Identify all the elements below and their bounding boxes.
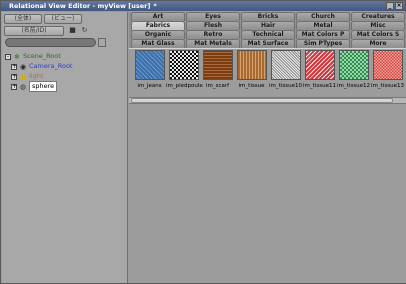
material-label: im_tissue: [238, 83, 265, 89]
tab-creatures[interactable]: Creatures: [351, 12, 405, 21]
lock-icon[interactable]: ■: [68, 26, 77, 35]
search-input[interactable]: [5, 38, 96, 47]
sphere-icon: ◍: [19, 82, 27, 91]
material-label: im_jeans: [137, 83, 162, 89]
tree-node-label: light: [29, 72, 44, 80]
tab-row-4: Mat Glass Mat Metals Mat Surface Sim PTy…: [131, 39, 406, 48]
window-titlebar[interactable]: Relational View Editor - myView [user] * …: [1, 1, 405, 11]
toolbar-button-1[interactable]: (全体): [4, 14, 42, 24]
tab-mat-colors-p[interactable]: Mat Colors P: [296, 30, 350, 39]
window-controls: _ ×: [386, 2, 403, 10]
tab-fabrics[interactable]: Fabrics: [131, 21, 185, 30]
expand-icon[interactable]: +: [11, 83, 17, 90]
tab-flesh[interactable]: Flesh: [186, 21, 240, 30]
material-thumb-tissue11[interactable]: im_tissue11: [302, 49, 337, 89]
tab-technical[interactable]: Technical: [241, 30, 295, 39]
material-thumb-piedpoule[interactable]: im_piedpoule: [166, 49, 203, 89]
material-category-tabs: Art Eyes Bricks Church Creatures Fabrics…: [129, 12, 406, 48]
tab-mat-surface[interactable]: Mat Surface: [241, 39, 295, 48]
material-label: im_scarf: [205, 83, 230, 89]
material-thumb-tissue12[interactable]: im_tissue12: [336, 49, 371, 89]
tab-row-3: Organic Retro Technical Mat Colors P Mat…: [131, 30, 406, 39]
camera-icon: ◉: [19, 62, 27, 71]
material-preview-area: [129, 104, 406, 283]
material-label: im_tissue11: [303, 83, 336, 89]
material-thumb-jeans[interactable]: im_jeans: [132, 49, 167, 89]
search-clear-button[interactable]: [98, 38, 106, 47]
tab-sim-ptypes[interactable]: Sim PTypes: [296, 39, 350, 48]
tree-node-label-selected: sphere: [29, 81, 58, 92]
material-swatch: [202, 50, 233, 80]
tree-node-label: Camera_Root: [29, 62, 73, 70]
tab-misc[interactable]: Misc: [351, 21, 405, 30]
tab-retro[interactable]: Retro: [186, 30, 240, 39]
material-thumb-scarf[interactable]: im_scarf: [200, 49, 235, 89]
material-swatch: [236, 50, 267, 80]
tab-organic[interactable]: Organic: [131, 30, 185, 39]
tree-node-sphere[interactable]: + ◍ sphere: [11, 81, 58, 92]
material-thumb-tissue13[interactable]: im_tissue13: [370, 49, 405, 89]
scene-root-icon: ❄: [14, 52, 20, 61]
tree-node-light[interactable]: + ● light: [11, 72, 43, 81]
relational-view-editor-window: Relational View Editor - myView [user] * …: [0, 0, 406, 284]
tree-node-camera-root[interactable]: + ◉ Camera_Root: [11, 62, 73, 71]
tree-node-label: Scene_Root: [23, 52, 61, 60]
refresh-icon[interactable]: ↻: [80, 26, 89, 35]
close-icon[interactable]: ×: [395, 2, 403, 10]
tree-node-scene-root[interactable]: - ❄ Scene_Root: [5, 52, 61, 61]
tab-eyes[interactable]: Eyes: [186, 12, 240, 21]
material-swatch: [270, 50, 301, 80]
tab-row-2: Fabrics Flesh Hair Metal Misc: [131, 21, 406, 30]
material-thumbnail-strip: im_jeans im_piedpoule im_scarf im_tissue…: [129, 49, 406, 97]
expand-icon[interactable]: +: [11, 73, 17, 80]
tab-mat-metals[interactable]: Mat Metals: [186, 39, 240, 48]
scene-explorer-panel: (全体) (ビュー) (名前/ID) ■ ↻ - ❄ Scene_Root + …: [2, 12, 128, 283]
toolbar-button-2[interactable]: (ビュー): [44, 14, 82, 24]
collapse-icon[interactable]: -: [5, 53, 11, 60]
toolbar-button-3[interactable]: (名前/ID): [4, 26, 64, 36]
material-swatch: [304, 50, 335, 80]
tab-bricks[interactable]: Bricks: [241, 12, 295, 21]
material-label: im_piedpoule: [166, 83, 203, 89]
material-label: im_tissue10: [269, 83, 302, 89]
tab-hair[interactable]: Hair: [241, 21, 295, 30]
expand-icon[interactable]: +: [11, 63, 17, 70]
tab-metal[interactable]: Metal: [296, 21, 350, 30]
material-thumb-tissue10[interactable]: im_tissue10: [268, 49, 303, 89]
tab-art[interactable]: Art: [131, 12, 185, 21]
tab-mat-glass[interactable]: Mat Glass: [131, 39, 185, 48]
material-swatch: [168, 50, 199, 80]
tab-mat-colors-s[interactable]: Mat Colors S: [351, 30, 405, 39]
light-bulb-icon: ●: [19, 72, 27, 81]
window-title: Relational View Editor - myView [user]: [9, 2, 151, 10]
material-swatch: [372, 50, 403, 80]
material-swatch: [134, 50, 165, 80]
minimize-icon[interactable]: _: [386, 2, 394, 10]
material-label: im_tissue13: [371, 83, 404, 89]
material-thumb-tissue[interactable]: im_tissue: [234, 49, 269, 89]
material-swatch: [338, 50, 369, 80]
pin-icon[interactable]: *: [153, 2, 156, 10]
tab-row-1: Art Eyes Bricks Church Creatures: [131, 12, 406, 21]
material-library-panel: Art Eyes Bricks Church Creatures Fabrics…: [129, 12, 406, 283]
tab-more[interactable]: More: [351, 39, 405, 48]
tab-church[interactable]: Church: [296, 12, 350, 21]
material-label: im_tissue12: [337, 83, 370, 89]
